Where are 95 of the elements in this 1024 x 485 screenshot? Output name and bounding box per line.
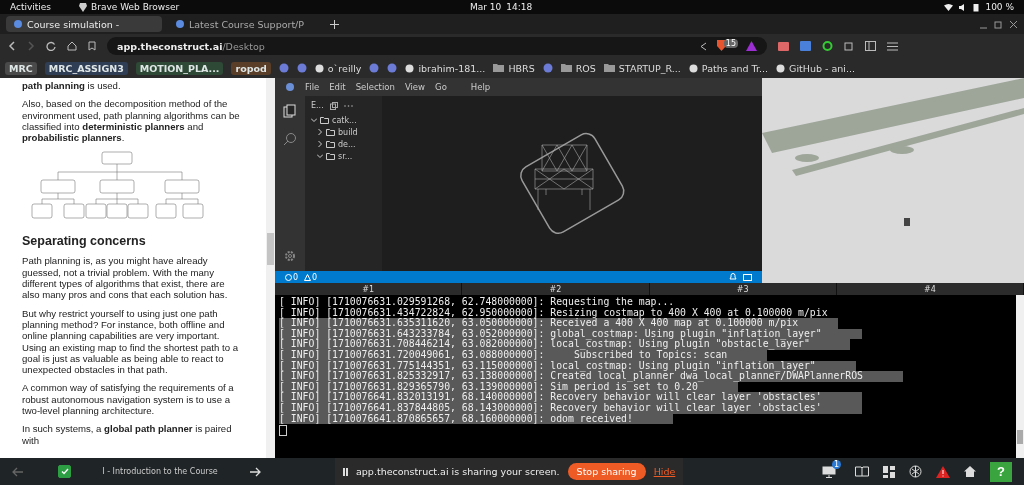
battery-percent: 100 % [985, 2, 1014, 12]
site-favicon-icon [405, 63, 415, 73]
bookmark-tag[interactable]: MRC_ASSIGN3 [44, 61, 128, 75]
scrollbar[interactable] [1016, 295, 1024, 458]
book-icon[interactable] [855, 466, 869, 477]
bookmark-link[interactable]: o`reilly [314, 62, 362, 74]
bookmark-favicon-icon[interactable] [369, 63, 380, 73]
browser-tab[interactable]: Latest Course Support/P [168, 16, 324, 32]
lesson-paragraph: Path planning is, as you might have already guessed, not a trivial problem. With the many different types of algorithms that exist, there are also many pros and cons that each solution has. [22, 255, 229, 301]
more-icon[interactable] [343, 104, 353, 107]
app-logo-icon [285, 82, 295, 92]
sidebar-icon[interactable] [865, 41, 876, 51]
explorer-title: E... [311, 101, 324, 110]
unit-title: I - Introduction to the Course [101, 467, 219, 476]
warning-count[interactable]: 0 [304, 272, 318, 282]
bookmark-favicon-icon[interactable] [296, 63, 307, 73]
scrollbar[interactable] [266, 78, 275, 458]
time-text[interactable]: 14:18 [506, 2, 533, 12]
next-arrow-icon[interactable] [249, 466, 261, 477]
notification-badge: 1 [831, 459, 841, 469]
unit-checkbox[interactable] [58, 465, 71, 478]
terminal-tab[interactable]: #2 [462, 283, 650, 295]
bookmark-icon[interactable] [88, 41, 96, 51]
bookmark-tag[interactable]: MRC [5, 61, 37, 75]
terminal-tab[interactable]: #1 [275, 283, 463, 295]
bookmark-favicon-icon[interactable] [387, 63, 398, 73]
bookmark-folder[interactable]: HBRS [493, 62, 535, 74]
files-icon[interactable] [283, 104, 297, 118]
terminal-tab[interactable]: #3 [649, 283, 837, 295]
settings-icon[interactable] [283, 249, 297, 263]
count-badge: 15 [723, 39, 738, 48]
tree-item[interactable]: sr... [311, 150, 376, 162]
home-icon[interactable] [67, 41, 77, 51]
new-tab-icon[interactable] [330, 19, 339, 29]
triangle-icon[interactable] [746, 41, 757, 51]
tree-item[interactable]: catk... [311, 114, 376, 126]
bookmark-favicon-icon[interactable] [542, 63, 553, 73]
restore-icon[interactable] [994, 19, 1003, 29]
menu-item[interactable]: View [404, 82, 426, 92]
bookmark-link[interactable]: Paths and Tr... [688, 62, 769, 74]
menu-item[interactable]: Help [470, 82, 491, 92]
menu-item[interactable]: Selection [355, 82, 395, 92]
text-cursor [279, 425, 287, 437]
menu-item[interactable]: Edit [329, 82, 346, 92]
folder-icon [603, 64, 615, 72]
activities-button[interactable]: Activities [10, 2, 52, 12]
bookmark-tag[interactable]: MOTION_PLA... [135, 61, 224, 75]
previous-arrow-icon[interactable] [12, 466, 24, 477]
address-field[interactable]: app.theconstruct.ai/Desktop 15 [107, 37, 767, 55]
search-icon[interactable] [283, 132, 297, 146]
lesson-paragraph: In such systems, a global path planner is paired with [22, 423, 233, 446]
error-count[interactable]: 0 [285, 272, 299, 282]
tree-item[interactable]: de... [311, 138, 376, 150]
section-heading: Separating concerns [22, 234, 147, 250]
lesson-paragraph: But why restrict yourself to using just one path planning method? For instance, both offline and online planning capabilities are very important. Using an existing map to find the shortest path to a goal is just as valuable as being able to react to unexpected obstacles in that path. [22, 307, 239, 376]
pause-icon [343, 467, 348, 476]
browser-tab[interactable]: Course simulation - [6, 16, 162, 32]
back-icon[interactable] [8, 41, 16, 51]
date-text[interactable]: Mar 10 [470, 2, 502, 12]
close-icon[interactable] [1009, 19, 1018, 29]
bookmark-link[interactable]: GitHub - ani... [776, 62, 856, 74]
bookmark-folder[interactable]: STARTUP_R... [603, 62, 681, 74]
app-name: Brave Web Browser [91, 2, 180, 12]
hide-link[interactable]: Hide [653, 466, 676, 477]
terminal-line: [ INFO] [1710076631.029591268, 62.748000000]: Requesting the map... [279, 297, 675, 308]
reload-icon[interactable] [46, 41, 56, 51]
warning-icon[interactable] [936, 465, 950, 478]
layout-icon[interactable] [743, 273, 752, 281]
tree-item[interactable]: build [311, 126, 376, 138]
bookmark-folder[interactable]: ROS [560, 62, 596, 74]
shield-icon[interactable] [715, 39, 727, 51]
bookmark-favicon-icon[interactable] [278, 63, 289, 73]
lesson-paragraph: path planning is used. [22, 80, 122, 92]
bookmark-tag[interactable]: ropod [231, 61, 271, 75]
monitor-icon[interactable] [821, 465, 836, 478]
share-icon[interactable] [698, 41, 708, 51]
menu-item[interactable]: Go [435, 82, 447, 92]
bell-icon[interactable] [729, 273, 737, 281]
lesson-paragraph: A common way of satisfying the requirements of a robust autonomous navigation system is to use a two-level planning architecture. [22, 382, 235, 417]
site-favicon-icon [776, 63, 786, 73]
home-icon[interactable] [964, 466, 976, 477]
battery-icon [973, 2, 980, 12]
bookmark-link[interactable]: ibrahim-181... [405, 62, 486, 74]
site-favicon-icon [314, 63, 324, 73]
terminal-line: [ INFO] [1710076631.434722824, 62.950000000]: Resizing costmap to 400 X 400 at 0.100000 m/pix [279, 307, 829, 319]
site-favicon-icon [688, 63, 698, 73]
menu-item[interactable]: File [305, 82, 320, 92]
collapse-icon[interactable] [329, 101, 338, 110]
lesson-paragraph: Also, based on the decomposition method of the environment used, path planning algorithms can be classified into deterministic planners and probabilistic planners. [22, 98, 240, 144]
menu-icon[interactable] [887, 41, 898, 51]
dashboard-icon[interactable] [883, 465, 895, 478]
folder-icon [560, 64, 572, 72]
wifi-icon [944, 3, 954, 11]
sharing-message: app.theconstruct.ai is sharing your screen. [356, 466, 560, 477]
folder-icon [493, 64, 505, 72]
